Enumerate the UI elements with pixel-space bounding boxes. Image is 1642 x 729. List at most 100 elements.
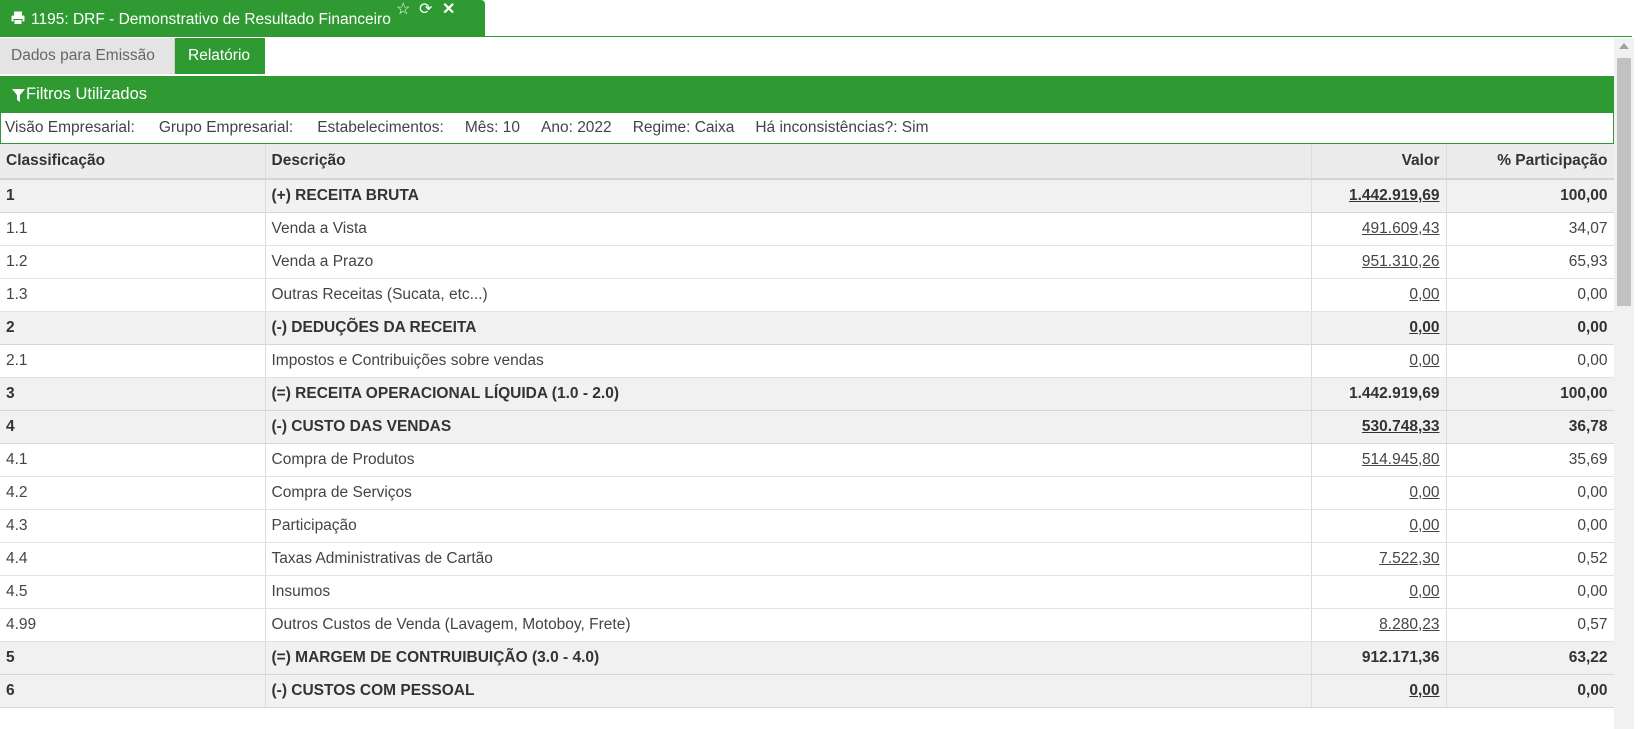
cell-classificacao: 5 xyxy=(0,641,266,675)
cell-classificacao: 4.4 xyxy=(0,542,266,576)
cell-valor[interactable]: 8.280,23 xyxy=(1311,608,1447,642)
filters-header[interactable]: Filtros Utilizados xyxy=(0,76,1614,113)
cell-valor[interactable]: 491.609,43 xyxy=(1311,212,1447,246)
cell-classificacao: 1.2 xyxy=(0,245,266,279)
cell-classificacao: 4.1 xyxy=(0,443,266,477)
cell-participacao: 65,93 xyxy=(1446,245,1615,279)
table-row: 1.2 Venda a Prazo 951.310,26 65,93 xyxy=(0,245,1615,279)
close-icon[interactable]: ✕ xyxy=(442,2,455,18)
cell-participacao: 0,00 xyxy=(1446,344,1615,378)
cell-valor[interactable]: 0,00 xyxy=(1311,311,1447,345)
valor-link[interactable]: 0,00 xyxy=(1409,352,1439,369)
cell-classificacao: 4.5 xyxy=(0,575,266,609)
filter-grupo-empresarial: Grupo Empresarial: xyxy=(158,119,294,136)
cell-participacao: 0,57 xyxy=(1446,608,1615,642)
filter-mes: Mês: 10 xyxy=(464,119,520,136)
cell-descricao: Taxas Administrativas de Cartão xyxy=(265,542,1312,576)
valor-link[interactable]: 951.310,26 xyxy=(1362,253,1440,270)
cell-valor[interactable]: 530.748,33 xyxy=(1311,410,1447,444)
valor-link[interactable]: 491.609,43 xyxy=(1362,220,1440,237)
valor-link[interactable]: 0,00 xyxy=(1409,517,1439,534)
cell-classificacao: 4.99 xyxy=(0,608,266,642)
cell-valor[interactable]: 7.522,30 xyxy=(1311,542,1447,576)
filter-regime: Regime: Caixa xyxy=(632,119,735,136)
cell-participacao: 0,00 xyxy=(1446,476,1615,510)
window-title: 1195: DRF - Demonstrativo de Resultado F… xyxy=(31,10,391,28)
refresh-icon[interactable]: ⟳ xyxy=(419,2,432,18)
cell-classificacao: 3 xyxy=(0,377,266,411)
table-header-row: Classificação Descrição Valor % Particip… xyxy=(0,144,1615,180)
table-row: 5 (=) MARGEM DE CONTRUIBUIÇÃO (3.0 - 4.0)… xyxy=(0,641,1615,675)
col-header-classificacao[interactable]: Classificação xyxy=(0,144,266,180)
cell-valor[interactable]: 514.945,80 xyxy=(1311,443,1447,477)
scroll-up-arrow-icon[interactable] xyxy=(1619,43,1629,49)
report-table: Classificação Descrição Valor % Particip… xyxy=(0,144,1615,708)
cell-participacao: 36,78 xyxy=(1446,410,1615,444)
cell-valor[interactable]: 0,00 xyxy=(1311,278,1447,312)
cell-descricao: Outras Receitas (Sucata, etc...) xyxy=(265,278,1312,312)
valor-link[interactable]: 530.748,33 xyxy=(1362,418,1440,435)
valor-link[interactable]: 7.522,30 xyxy=(1379,550,1439,567)
cell-classificacao: 1.1 xyxy=(0,212,266,246)
cell-valor[interactable]: 1.442.919,69 xyxy=(1311,179,1447,213)
table-body: 1 (+) RECEITA BRUTA 1.442.919,69 100,00 1.1 V… xyxy=(0,179,1615,708)
cell-participacao: 0,00 xyxy=(1446,674,1615,708)
cell-descricao: (-) CUSTO DAS VENDAS xyxy=(265,410,1312,444)
cell-classificacao: 6 xyxy=(0,674,266,708)
cell-valor[interactable]: 0,00 xyxy=(1311,674,1447,708)
cell-participacao: 35,69 xyxy=(1446,443,1615,477)
valor-link[interactable]: 514.945,80 xyxy=(1362,451,1440,468)
filter-visao-empresarial: Visão Empresarial: xyxy=(5,119,135,136)
table-row: 4.5 Insumos 0,00 0,00 xyxy=(0,575,1615,609)
cell-descricao: Outros Custos de Venda (Lavagem, Motoboy… xyxy=(265,608,1312,642)
cell-valor: 1.442.919,69 xyxy=(1311,377,1447,411)
filters-summary: Visão Empresarial: Grupo Empresarial: Es… xyxy=(0,113,1614,144)
cell-valor[interactable]: 951.310,26 xyxy=(1311,245,1447,279)
col-header-participacao[interactable]: % Participação xyxy=(1446,144,1615,180)
valor-link[interactable]: 0,00 xyxy=(1409,583,1439,600)
table-row: 6 (-) CUSTOS COM PESSOAL 0,00 0,00 xyxy=(0,674,1615,708)
cell-classificacao: 2 xyxy=(0,311,266,345)
valor-link[interactable]: 8.280,23 xyxy=(1379,616,1439,633)
table-row: 4.4 Taxas Administrativas de Cartão 7.522,… xyxy=(0,542,1615,576)
table-row: 4.3 Participação 0,00 0,00 xyxy=(0,509,1615,543)
cell-valor[interactable]: 0,00 xyxy=(1311,575,1447,609)
cell-valor[interactable]: 0,00 xyxy=(1311,509,1447,543)
cell-valor[interactable]: 0,00 xyxy=(1311,344,1447,378)
tab-relatorio[interactable]: Relatório xyxy=(175,38,265,74)
table-row: 4.2 Compra de Serviços 0,00 0,00 xyxy=(0,476,1615,510)
valor-link[interactable]: 0,00 xyxy=(1409,286,1439,303)
valor-link[interactable]: 0,00 xyxy=(1409,319,1439,336)
cell-participacao: 100,00 xyxy=(1446,377,1615,411)
cell-participacao: 0,00 xyxy=(1446,278,1615,312)
cell-valor[interactable]: 0,00 xyxy=(1311,476,1447,510)
valor-link[interactable]: 0,00 xyxy=(1409,682,1439,699)
cell-descricao: (=) RECEITA OPERACIONAL LÍQUIDA (1.0 - 2… xyxy=(265,377,1312,411)
vertical-scrollbar[interactable] xyxy=(1614,38,1634,729)
cell-classificacao: 1 xyxy=(0,179,266,213)
tab-dados-para-emissao[interactable]: Dados para Emissão xyxy=(0,38,175,74)
filters-title: Filtros Utilizados xyxy=(26,85,148,103)
valor-link[interactable]: 1.442.919,69 xyxy=(1349,187,1440,204)
window-tab[interactable]: 1195: DRF - Demonstrativo de Resultado F… xyxy=(0,0,485,36)
cell-participacao: 34,07 xyxy=(1446,212,1615,246)
cell-classificacao: 2.1 xyxy=(0,344,266,378)
col-header-valor[interactable]: Valor xyxy=(1311,144,1447,180)
filter-inconsistencias: Há inconsistências?: Sim xyxy=(755,119,929,136)
cell-participacao: 63,22 xyxy=(1446,641,1615,675)
table-row: 2 (-) DEDUÇÕES DA RECEITA 0,00 0,00 xyxy=(0,311,1615,345)
cell-descricao: (=) MARGEM DE CONTRUIBUIÇÃO (3.0 - 4.0) xyxy=(265,641,1312,675)
cell-participacao: 0,00 xyxy=(1446,509,1615,543)
valor-link[interactable]: 0,00 xyxy=(1409,484,1439,501)
cell-classificacao: 4.3 xyxy=(0,509,266,543)
star-icon[interactable]: ☆ xyxy=(396,2,410,18)
cell-descricao: (+) RECEITA BRUTA xyxy=(265,179,1312,213)
cell-classificacao: 1.3 xyxy=(0,278,266,312)
table-row: 3 (=) RECEITA OPERACIONAL LÍQUIDA (1.0 - … xyxy=(0,377,1615,411)
cell-descricao: Participação xyxy=(265,509,1312,543)
cell-descricao: Venda a Vista xyxy=(265,212,1312,246)
cell-participacao: 0,00 xyxy=(1446,575,1615,609)
col-header-descricao[interactable]: Descrição xyxy=(265,144,1312,180)
cell-descricao: Impostos e Contribuições sobre vendas xyxy=(265,344,1312,378)
scrollbar-thumb[interactable] xyxy=(1617,58,1631,306)
